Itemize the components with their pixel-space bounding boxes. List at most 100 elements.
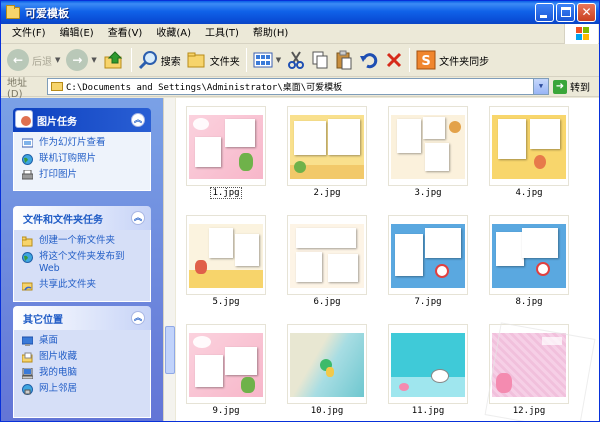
- go-arrow-icon: ➜: [553, 79, 567, 94]
- task-slideshow-label: 作为幻灯片查看: [39, 137, 106, 148]
- new-folder-icon: [22, 236, 33, 247]
- folder-sync-icon: S: [416, 50, 436, 70]
- thumbnail-10[interactable]: 10.jpg: [287, 324, 367, 421]
- window-title: 可爱模板: [25, 6, 69, 20]
- maximize-button[interactable]: [556, 3, 575, 22]
- picture-tasks-body: 作为幻灯片查看 联机订购照片 打印图片: [13, 132, 151, 191]
- thumbnail-image: [189, 224, 263, 288]
- thumbnail-caption: 3.jpg: [414, 188, 442, 198]
- task-slideshow[interactable]: 作为幻灯片查看: [22, 137, 142, 149]
- thumbnail-frame: [186, 324, 266, 404]
- back-button[interactable]: ← 后退 ▼: [4, 46, 63, 74]
- folders-button[interactable]: 文件夹: [184, 46, 243, 74]
- place-network[interactable]: 网上邻居: [22, 383, 142, 395]
- thumbnail-2[interactable]: 2.jpg: [287, 106, 367, 210]
- place-my-pictures[interactable]: 图片收藏: [22, 351, 142, 363]
- menu-bar: 文件(F) 编辑(E) 查看(V) 收藏(A) 工具(T) 帮助(H): [1, 24, 599, 44]
- scissors-icon: [288, 51, 305, 69]
- slideshow-icon: [22, 138, 33, 148]
- thumbnail-8[interactable]: 8.jpg: [489, 215, 569, 319]
- task-publish-web[interactable]: 将这个文件夹发布到 Web: [22, 251, 142, 275]
- thumbnail-image: [290, 333, 364, 397]
- thumbnail-3[interactable]: 3.jpg: [388, 106, 468, 210]
- minimize-button[interactable]: [535, 3, 554, 22]
- scrollbar-thumb[interactable]: [165, 326, 175, 374]
- paste-button[interactable]: [332, 46, 356, 74]
- collapse-icon[interactable]: ︽: [131, 311, 145, 325]
- other-places-panel: 其它位置 ︽ 桌面 图片收藏 我的电脑 网上邻居: [13, 306, 151, 418]
- toolbar-separator: [245, 48, 247, 72]
- menu-favorites[interactable]: 收藏(A): [149, 25, 198, 43]
- address-dropdown-button[interactable]: ▼: [533, 79, 548, 94]
- folder-up-icon: [104, 51, 122, 69]
- task-order-prints[interactable]: 联机订购照片: [22, 153, 142, 165]
- undo-button[interactable]: [356, 46, 382, 74]
- folder-sync-label: 文件夹同步: [439, 56, 490, 68]
- thumbnail-9[interactable]: 9.jpg: [186, 324, 266, 421]
- thumbnail-7[interactable]: 7.jpg: [388, 215, 468, 319]
- task-print[interactable]: 打印图片: [22, 169, 142, 181]
- thumbnail-5[interactable]: 5.jpg: [186, 215, 266, 319]
- search-label: 搜索: [160, 56, 181, 68]
- menu-edit[interactable]: 编辑(E): [53, 25, 101, 43]
- thumbnail-image: [492, 224, 566, 288]
- title-bar[interactable]: 可爱模板 ✕: [1, 1, 599, 24]
- my-pictures-icon: [22, 352, 33, 363]
- windows-logo-icon: [564, 24, 598, 44]
- chevron-down-icon: ▼: [275, 56, 282, 64]
- picture-tasks-header[interactable]: 图片任务 ︽: [13, 108, 151, 132]
- delete-button[interactable]: [382, 46, 406, 74]
- up-button[interactable]: [100, 46, 128, 74]
- menu-file[interactable]: 文件(F): [5, 25, 53, 43]
- collapse-icon[interactable]: ︽: [131, 113, 145, 127]
- place-desktop[interactable]: 桌面: [22, 335, 142, 347]
- globe-icon: [22, 154, 33, 165]
- place-my-computer[interactable]: 我的电脑: [22, 367, 142, 379]
- thumbnail-6[interactable]: 6.jpg: [287, 215, 367, 319]
- thumbnail-caption: 9.jpg: [212, 406, 240, 416]
- thumbnail-image: [189, 333, 263, 397]
- address-label: 地址(D): [7, 77, 27, 100]
- task-print-label: 打印图片: [39, 169, 78, 180]
- collapse-icon[interactable]: ︽: [131, 211, 145, 225]
- svg-text:S: S: [421, 54, 430, 69]
- thumbnail-caption: 4.jpg: [515, 188, 543, 198]
- thumbnail-caption: 8.jpg: [515, 297, 543, 307]
- other-places-header[interactable]: 其它位置 ︽: [13, 306, 151, 330]
- menu-help[interactable]: 帮助(H): [246, 25, 295, 43]
- file-view: 1.jpg 2.jpg 3.jpg 4.jpg 5.jpg 6.jpg 7.jp…: [176, 98, 599, 421]
- copy-button[interactable]: [308, 46, 332, 74]
- thumbnail-4[interactable]: 4.jpg: [489, 106, 569, 210]
- minimize-icon: [540, 15, 547, 18]
- thumbnail-caption: 6.jpg: [313, 297, 341, 307]
- folder-icon: [6, 4, 20, 19]
- close-button[interactable]: ✕: [577, 3, 596, 22]
- thumbnail-caption: 7.jpg: [414, 297, 442, 307]
- chevron-down-icon: ▼: [91, 56, 97, 64]
- picture-tasks-panel: 图片任务 ︽ 作为幻灯片查看 联机订购照片 打印图片: [13, 108, 151, 191]
- close-icon: ✕: [581, 5, 592, 19]
- task-new-folder[interactable]: 创建一个新文件夹: [22, 235, 142, 247]
- thumbnail-1[interactable]: 1.jpg: [186, 106, 266, 210]
- thumbnail-frame: [287, 106, 367, 186]
- menu-tools[interactable]: 工具(T): [198, 25, 246, 43]
- views-button[interactable]: ▼: [250, 46, 284, 74]
- cut-button[interactable]: [284, 46, 308, 74]
- forward-button[interactable]: → ▼: [63, 46, 99, 74]
- go-button[interactable]: ➜ 转到: [553, 79, 590, 94]
- search-button[interactable]: 搜索: [135, 46, 184, 74]
- network-icon: [22, 384, 33, 395]
- undo-icon: [360, 53, 378, 69]
- file-tasks-header[interactable]: 文件和文件夹任务 ︽: [13, 206, 151, 230]
- thumbnail-11[interactable]: 11.jpg: [388, 324, 468, 421]
- thumbnail-frame: [388, 106, 468, 186]
- pane-scrollbar[interactable]: [163, 98, 175, 421]
- picture-tasks-icon: [15, 110, 33, 128]
- task-share-folder[interactable]: 共享此文件夹: [22, 279, 142, 291]
- thumbnail-frame: [388, 324, 468, 404]
- task-publish-web-label: 将这个文件夹发布到 Web: [39, 251, 125, 274]
- thumbnail-frame: [489, 106, 569, 186]
- menu-view[interactable]: 查看(V): [101, 25, 150, 43]
- address-input[interactable]: C:\Documents and Settings\Administrator\…: [47, 78, 549, 95]
- folder-sync-button[interactable]: S 文件夹同步: [413, 46, 492, 74]
